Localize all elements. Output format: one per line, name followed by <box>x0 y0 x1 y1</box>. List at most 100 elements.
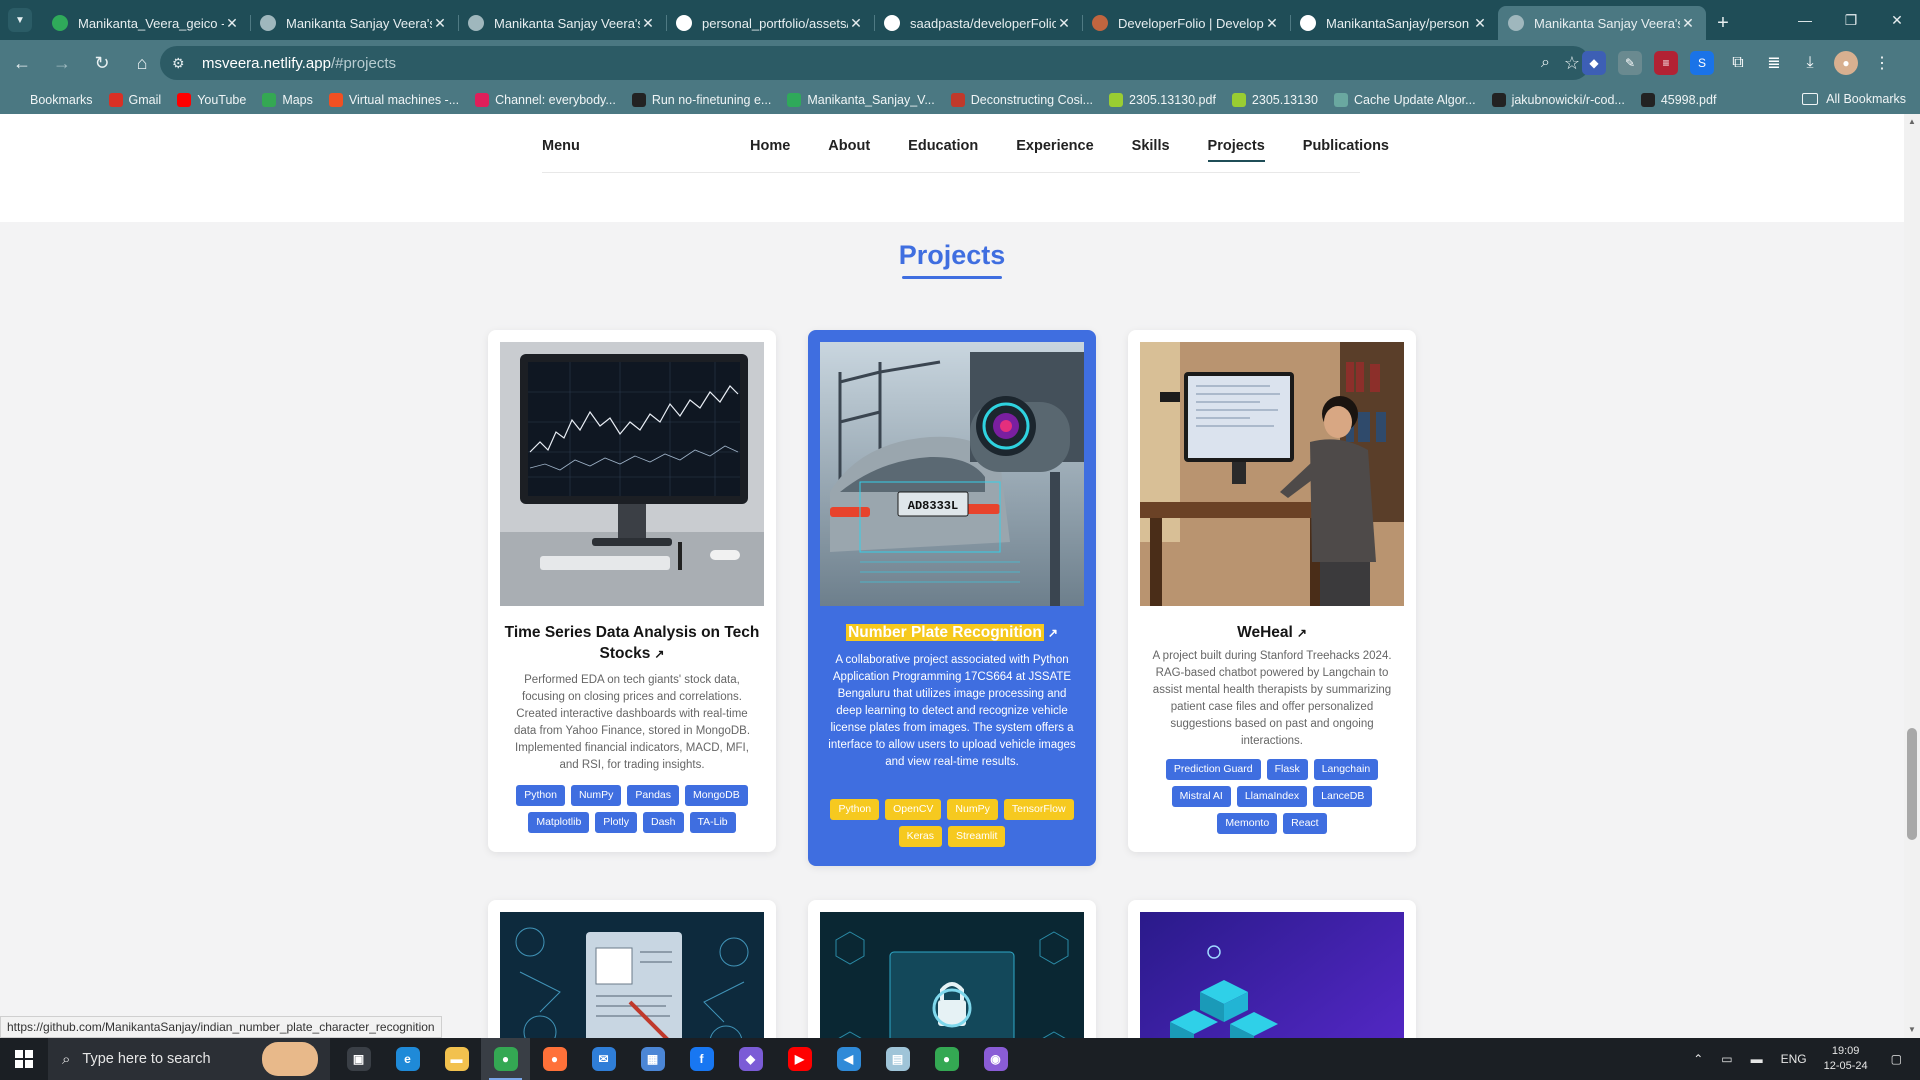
close-tab-icon[interactable]: ✕ <box>640 15 656 32</box>
close-tab-icon[interactable]: ✕ <box>224 15 240 32</box>
scroll-up-icon[interactable]: ▲ <box>1904 114 1920 130</box>
external-link-icon[interactable]: ↗ <box>1297 626 1307 640</box>
taskbar-app[interactable]: ▶ <box>775 1038 824 1080</box>
close-tab-icon[interactable]: ✕ <box>1680 15 1696 32</box>
profile-avatar-icon[interactable]: ● <box>1834 51 1858 75</box>
bookmark-item[interactable]: 45998.pdf <box>1640 93 1716 107</box>
nav-link-home[interactable]: Home <box>750 138 790 162</box>
extension-feather-icon[interactable]: ✎ <box>1618 51 1642 75</box>
taskbar-app[interactable]: ◆ <box>726 1038 775 1080</box>
project-card[interactable] <box>1128 900 1416 1038</box>
all-bookmarks-button[interactable]: All Bookmarks <box>1802 92 1906 106</box>
taskbar-search[interactable]: ⌕ Type here to search <box>48 1038 330 1080</box>
bookmark-item[interactable]: Virtual machines -... <box>328 93 459 107</box>
close-tab-icon[interactable]: ✕ <box>1264 15 1280 32</box>
nav-link-projects[interactable]: Projects <box>1207 138 1266 162</box>
browser-menu-icon[interactable]: ⋮ <box>1870 51 1894 75</box>
browser-tab[interactable]: Manikanta Sanjay Veera's ✕ <box>250 6 458 40</box>
tab-search-button[interactable]: ▼ <box>8 8 32 32</box>
battery-icon[interactable]: ▬ <box>1751 1052 1763 1066</box>
browser-tab[interactable]: personal_portfolio/assets/✕ <box>666 6 874 40</box>
project-card[interactable] <box>488 900 776 1038</box>
nav-menu-button[interactable]: Menu <box>542 138 580 154</box>
close-tab-icon[interactable]: ✕ <box>848 15 864 32</box>
taskbar-app[interactable]: ● <box>922 1038 971 1080</box>
browser-tab[interactable]: Manikanta Sanjay Veera's ✕ <box>458 6 666 40</box>
bookmark-item[interactable]: Manikanta_Sanjay_V... <box>787 93 935 107</box>
bookmark-item[interactable]: Channel: everybody... <box>475 93 616 107</box>
bookmark-item[interactable]: Bookmarks <box>10 93 93 107</box>
taskbar-app[interactable]: ✉ <box>579 1038 628 1080</box>
project-card[interactable]: Time Series Data Analysis on Tech Stocks… <box>488 330 776 852</box>
project-title[interactable]: WeHeal ↗ <box>1144 622 1400 644</box>
bookmark-item[interactable]: 2305.13130.pdf <box>1109 93 1216 107</box>
extension-flag-icon[interactable]: ≡ <box>1654 51 1678 75</box>
downloads-icon[interactable]: ⤓ <box>1798 51 1822 75</box>
close-tab-icon[interactable]: ✕ <box>1472 15 1488 32</box>
taskbar-app[interactable]: ▬ <box>432 1038 481 1080</box>
page-scrollbar[interactable]: ▲ ▼ <box>1904 114 1920 1038</box>
bookmark-item[interactable]: Run no-finetuning e... <box>631 93 771 107</box>
restore-button[interactable]: ❐ <box>1828 0 1874 40</box>
nav-link-about[interactable]: About <box>828 138 870 162</box>
extension-shield-icon[interactable]: ◆ <box>1582 51 1606 75</box>
address-bar[interactable]: ⚙ msveera.netlify.app/#projects ⌕ ☆ <box>160 46 1590 80</box>
bookmark-item[interactable]: Cache Update Algor... <box>1333 93 1476 107</box>
bookmark-item[interactable]: 2305.13130 <box>1231 93 1318 107</box>
bookmark-item[interactable]: Maps <box>262 93 313 107</box>
extension-s-icon[interactable]: S <box>1690 51 1714 75</box>
external-link-icon[interactable]: ↗ <box>1048 626 1058 640</box>
taskbar-app[interactable]: ▦ <box>628 1038 677 1080</box>
taskbar-app[interactable]: e <box>383 1038 432 1080</box>
home-button[interactable]: ⌂ <box>124 45 160 81</box>
tray-chevron-icon[interactable]: ⌃ <box>1693 1052 1703 1066</box>
address-url[interactable]: msveera.netlify.app/#projects <box>202 55 396 72</box>
scroll-down-icon[interactable]: ▼ <box>1904 1022 1920 1038</box>
browser-tab[interactable]: Manikanta Sanjay Veera's ✕ <box>1498 6 1706 40</box>
nav-link-education[interactable]: Education <box>908 138 978 162</box>
reload-button[interactable]: ↻ <box>84 45 120 81</box>
external-link-icon[interactable]: ↗ <box>654 647 664 661</box>
project-card[interactable]: WeHeal ↗ A project built during Stanford … <box>1128 330 1416 852</box>
language-indicator[interactable]: ENG <box>1781 1052 1807 1066</box>
taskbar-app[interactable]: ▣ <box>334 1038 383 1080</box>
close-tab-icon[interactable]: ✕ <box>432 15 448 32</box>
nav-link-experience[interactable]: Experience <box>1016 138 1093 162</box>
bookmark-item[interactable]: jakubnowicki/r-cod... <box>1491 93 1625 107</box>
clock[interactable]: 19:09 12-05-24 <box>1824 1044 1868 1074</box>
zoom-icon[interactable]: ⌕ <box>1541 54 1550 72</box>
tech-tag: Plotly <box>595 812 637 833</box>
media-control-icon[interactable]: ≣ <box>1762 51 1786 75</box>
browser-tab[interactable]: ManikantaSanjay/person ✕ <box>1290 6 1498 40</box>
minimize-button[interactable]: — <box>1782 0 1828 40</box>
back-button[interactable]: ← <box>4 45 40 81</box>
new-tab-button[interactable]: + <box>1706 6 1740 40</box>
project-title[interactable]: Number Plate Recognition ↗ <box>824 622 1080 644</box>
browser-tab[interactable]: Manikanta_Veera_geico - ✕ <box>42 6 250 40</box>
project-title[interactable]: Time Series Data Analysis on Tech Stocks… <box>504 622 760 665</box>
start-button[interactable] <box>0 1038 48 1080</box>
browser-tab[interactable]: saadpasta/developerFolio ✕ <box>874 6 1082 40</box>
close-tab-icon[interactable]: ✕ <box>1056 15 1072 32</box>
taskbar-app[interactable]: ● <box>481 1038 530 1080</box>
nav-link-skills[interactable]: Skills <box>1132 138 1170 162</box>
taskbar-app[interactable]: f <box>677 1038 726 1080</box>
bookmark-item[interactable]: YouTube <box>177 93 246 107</box>
taskbar-app[interactable]: ◀ <box>824 1038 873 1080</box>
site-info-icon[interactable]: ⚙ <box>172 55 194 72</box>
notifications-icon[interactable]: ▢ <box>1891 1052 1902 1066</box>
taskbar-app[interactable]: ▤ <box>873 1038 922 1080</box>
bookmark-item[interactable]: Gmail <box>108 93 161 107</box>
scrollbar-thumb[interactable] <box>1907 728 1917 840</box>
taskbar-app[interactable]: ● <box>530 1038 579 1080</box>
taskbar-app[interactable]: ◉ <box>971 1038 1020 1080</box>
bookmark-item[interactable]: Deconstructing Cosi... <box>950 93 1093 107</box>
nav-link-publications[interactable]: Publications <box>1303 138 1389 162</box>
close-window-button[interactable]: ✕ <box>1874 0 1920 40</box>
extensions-puzzle-icon[interactable]: ⧉ <box>1726 51 1750 75</box>
project-card[interactable] <box>808 900 1096 1038</box>
project-card-highlighted[interactable]: AD8333L Number Plate Recognition ↗ A coll… <box>808 330 1096 866</box>
forward-button[interactable]: → <box>44 45 80 81</box>
browser-tab[interactable]: DeveloperFolio | Develop ✕ <box>1082 6 1290 40</box>
tray-device-icon[interactable]: ▭ <box>1721 1052 1732 1066</box>
